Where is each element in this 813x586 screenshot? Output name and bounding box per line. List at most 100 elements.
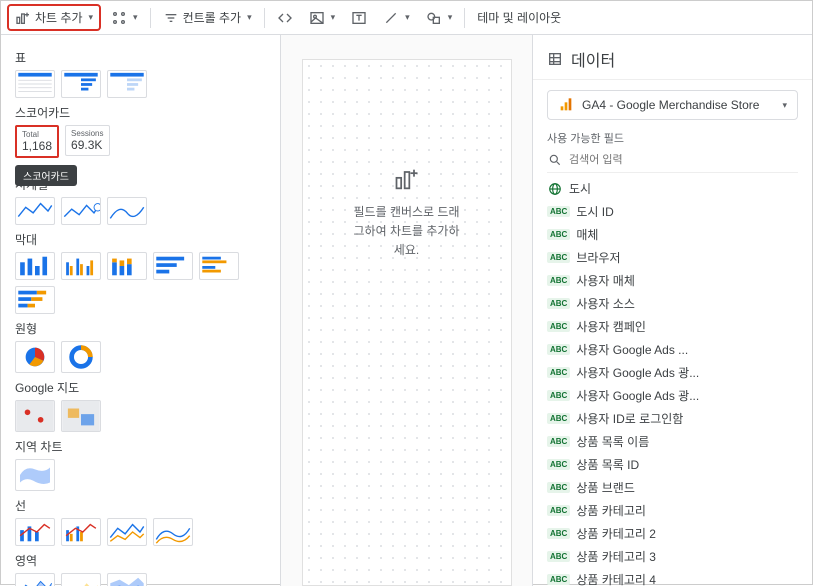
bar-thumb[interactable] <box>199 252 239 280</box>
text-button[interactable] <box>345 6 373 30</box>
add-control-label: 컨트롤 추가 <box>183 9 242 26</box>
pie-thumb[interactable] <box>15 341 55 373</box>
embed-button[interactable] <box>271 6 299 30</box>
field-item[interactable]: ABC상품 카테고리 <box>547 499 798 522</box>
data-title: 데이터 <box>571 47 615 71</box>
canvas-area: 필드를 캔버스로 드래 그하여 차트를 추가하 세요. <box>281 35 532 586</box>
area-thumb[interactable] <box>15 573 55 586</box>
available-fields-label: 사용 가능한 필드 <box>547 130 798 146</box>
line-thumb[interactable] <box>15 518 55 546</box>
table-thumb[interactable] <box>15 70 55 98</box>
table-thumb[interactable] <box>107 70 147 98</box>
abc-chip: ABC <box>547 551 570 562</box>
filter-icon <box>163 10 179 26</box>
bar-thumb[interactable] <box>61 252 101 280</box>
bar-thumb[interactable] <box>107 252 147 280</box>
data-source-select[interactable]: GA4 - Google Merchandise Store <box>547 90 798 120</box>
area-thumb[interactable] <box>61 573 101 586</box>
search-input[interactable] <box>569 154 798 166</box>
field-item[interactable]: ABC매체 <box>547 223 798 246</box>
abc-chip: ABC <box>547 574 570 585</box>
score-label: Sessions <box>71 129 103 138</box>
abc-chip: ABC <box>547 505 570 516</box>
time-thumb[interactable] <box>107 197 147 225</box>
line-thumb[interactable] <box>107 518 147 546</box>
field-item[interactable]: ABC사용자 캠페인 <box>547 315 798 338</box>
search-icon <box>547 152 563 168</box>
field-item[interactable]: ABC사용자 ID로 로그인함 <box>547 407 798 430</box>
abc-chip: ABC <box>547 482 570 493</box>
field-item[interactable]: ABC사용자 Google Ads ... <box>547 338 798 361</box>
geo-thumb[interactable] <box>15 459 55 491</box>
score-label: Total <box>22 130 52 139</box>
abc-chip: ABC <box>547 344 570 355</box>
fields-list: 사용 가능한 필드 도시ABC도시 IDABC매체ABC브라우저ABC사용자 매… <box>533 130 812 586</box>
field-item[interactable]: 도시 <box>547 177 798 200</box>
donut-thumb[interactable] <box>61 341 101 373</box>
time-thumb[interactable] <box>61 197 101 225</box>
scorecard-thumb[interactable]: Total 1,168 <box>15 125 59 158</box>
field-item[interactable]: ABC상품 카테고리 2 <box>547 522 798 545</box>
field-item[interactable]: ABC브라우저 <box>547 246 798 269</box>
section-line: 선 <box>15 497 270 514</box>
score-value: 69.3K <box>71 138 103 152</box>
section-area: 영역 <box>15 552 270 569</box>
add-chart-button[interactable]: 차트 추가 <box>7 4 101 31</box>
field-item[interactable]: ABC상품 브랜드 <box>547 476 798 499</box>
section-scorecard: 스코어카드 <box>15 104 270 121</box>
code-icon <box>277 10 293 26</box>
community-viz-button[interactable] <box>105 6 144 30</box>
score-value: 1,168 <box>22 139 52 153</box>
gmap-thumb[interactable] <box>61 400 101 432</box>
canvas[interactable] <box>302 59 512 586</box>
section-geo: 지역 차트 <box>15 438 270 455</box>
field-item[interactable]: ABC사용자 Google Ads 광... <box>547 361 798 384</box>
field-item[interactable]: ABC상품 목록 ID <box>547 453 798 476</box>
field-item[interactable]: ABC사용자 매체 <box>547 269 798 292</box>
canvas-hint: 필드를 캔버스로 드래 그하여 차트를 추가하 세요. <box>281 165 532 261</box>
separator <box>150 8 151 28</box>
abc-chip: ABC <box>547 390 570 401</box>
line-thumb[interactable] <box>61 518 101 546</box>
line-thumb[interactable] <box>153 518 193 546</box>
time-thumb[interactable] <box>15 197 55 225</box>
field-item[interactable]: ABC사용자 소스 <box>547 292 798 315</box>
line-button[interactable] <box>377 6 416 30</box>
area-thumb[interactable] <box>107 573 147 586</box>
toolbar: 차트 추가 컨트롤 추가 테마 및 레이아웃 <box>1 1 812 35</box>
abc-chip: ABC <box>547 413 570 424</box>
add-chart-icon <box>15 10 31 26</box>
field-item[interactable]: ABC사용자 Google Ads 광... <box>547 384 798 407</box>
abc-chip: ABC <box>547 436 570 447</box>
bar-thumb[interactable] <box>153 252 193 280</box>
field-item[interactable]: ABC상품 목록 이름 <box>547 430 798 453</box>
abc-chip: ABC <box>547 298 570 309</box>
image-icon <box>309 10 325 26</box>
field-search[interactable] <box>547 152 798 173</box>
section-table: 표 <box>15 49 270 66</box>
scorecard-thumb[interactable]: Sessions 69.3K <box>65 125 109 156</box>
field-item[interactable]: ABC상품 카테고리 3 <box>547 545 798 568</box>
chart-picker-panel: 표 스코어카드 Total 1,168 Sessions 69.3K 스코어카드… <box>1 35 281 586</box>
shape-button[interactable] <box>420 6 459 30</box>
ga-icon <box>558 97 574 113</box>
image-button[interactable] <box>303 6 342 30</box>
theme-button[interactable]: 테마 및 레이아웃 <box>471 5 567 30</box>
line-icon <box>383 10 399 26</box>
add-control-button[interactable]: 컨트롤 추가 <box>157 5 258 30</box>
bar-thumb[interactable] <box>15 252 55 280</box>
abc-chip: ABC <box>547 528 570 539</box>
community-icon <box>111 10 127 26</box>
shape-icon <box>426 10 442 26</box>
table-thumb[interactable] <box>61 70 101 98</box>
separator <box>264 8 265 28</box>
gmap-thumb[interactable] <box>15 400 55 432</box>
data-source-name: GA4 - Google Merchandise Store <box>582 98 772 112</box>
abc-chip: ABC <box>547 206 570 217</box>
field-item[interactable]: ABC도시 ID <box>547 200 798 223</box>
field-item[interactable]: ABC상품 카테고리 4 <box>547 568 798 586</box>
abc-chip: ABC <box>547 321 570 332</box>
abc-chip: ABC <box>547 252 570 263</box>
add-chart-hint-icon <box>393 165 421 193</box>
bar-thumb[interactable] <box>15 286 55 314</box>
